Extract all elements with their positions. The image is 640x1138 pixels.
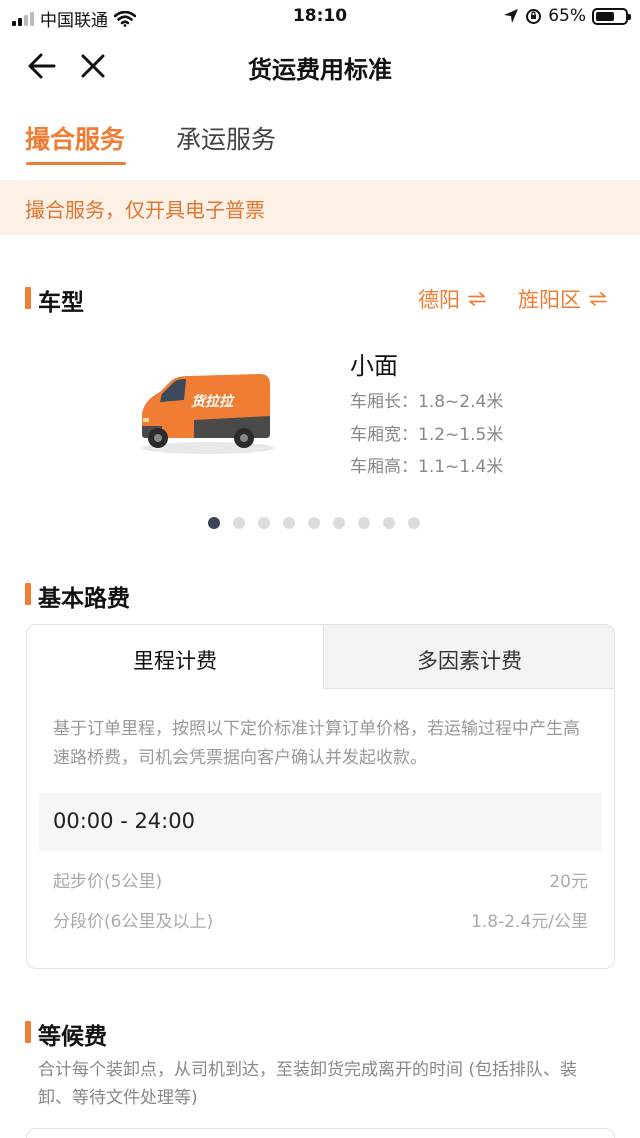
nav-bar: 货运费用标准 [0,36,640,96]
swap-icon [468,292,486,306]
vehicle-name: 小面 [350,352,398,380]
time-range-row: 00:00 - 24:00 [39,793,602,851]
segment-price-label: 分段价(6公里及以上) [53,912,214,932]
carousel-dot[interactable] [258,517,270,529]
starting-price-value: 20元 [549,872,588,892]
vehicle-section-title: 车型 [38,290,84,316]
segment-price-value: 1.8-2.4元/公里 [471,912,588,932]
wait-fee-card [26,1128,615,1138]
tab-multifactor-pricing[interactable]: 多因素计费 [323,645,614,675]
vehicle-spec-height: 车厢高：1.1~1.4米 [350,457,504,477]
to-city-label: 旌阳区 [518,288,581,312]
carousel-dot[interactable] [383,517,395,529]
fee-card: 里程计费 多因素计费 基于订单里程，按照以下定价标准计算订单价格，若运输过程中产… [26,624,615,969]
van-logo-text: 货拉拉 [191,393,235,410]
tab-matching-service[interactable]: 撮合服务 [25,120,125,156]
location-arrow-icon [504,9,519,23]
van-image: 货拉拉 [142,374,274,454]
notice-banner: 撮合服务，仅开具电子普票 [0,180,640,235]
tab-mileage-pricing[interactable]: 里程计费 [27,645,323,675]
swap-icon [589,292,607,306]
from-city-label: 德阳 [418,288,460,312]
time-range: 00:00 - 24:00 [53,809,195,833]
status-right: 65% [503,6,631,26]
fee-section-title: 基本路费 [38,586,130,612]
battery-percent: 65% [548,6,586,26]
carousel-dot[interactable] [308,517,320,529]
fee-description: 基于订单里程，按照以下定价标准计算订单价格，若运输过程中产生高速路桥费，司机会凭… [53,719,580,768]
from-city-selector[interactable]: 德阳 [418,284,486,314]
carousel-dot[interactable] [233,517,245,529]
wait-description: 合计每个装卸点，从司机到达，至装卸货完成离开的时间 (包括排队、装卸、等待文件处… [38,1060,578,1108]
tab-underline [26,162,126,165]
orientation-lock-icon [526,8,542,24]
vehicle-spec-length: 车厢长：1.8~2.4米 [350,392,504,412]
section-accent-bar [25,287,31,309]
section-accent-bar [25,1021,31,1043]
page-title: 货运费用标准 [248,56,392,84]
notice-text: 撮合服务，仅开具电子普票 [25,198,265,222]
starting-price-label: 起步价(5公里) [53,872,163,892]
battery-icon [592,7,631,25]
carousel-dot[interactable] [208,517,220,529]
carousel-dot[interactable] [283,517,295,529]
to-city-selector[interactable]: 旌阳区 [518,284,607,314]
status-bar: 中国联通 18:10 65% [0,0,640,36]
service-tabs: 撮合服务 承运服务 [0,110,640,170]
carousel-dot[interactable] [408,517,420,529]
carousel-dots [208,517,420,529]
wait-section-title: 等候费 [38,1024,107,1050]
tab-carrier-service[interactable]: 承运服务 [176,120,276,156]
carousel-dot[interactable] [358,517,370,529]
section-accent-bar [25,583,31,605]
vehicle-spec-width: 车厢宽：1.2~1.5米 [350,425,504,445]
carousel-dot[interactable] [333,517,345,529]
